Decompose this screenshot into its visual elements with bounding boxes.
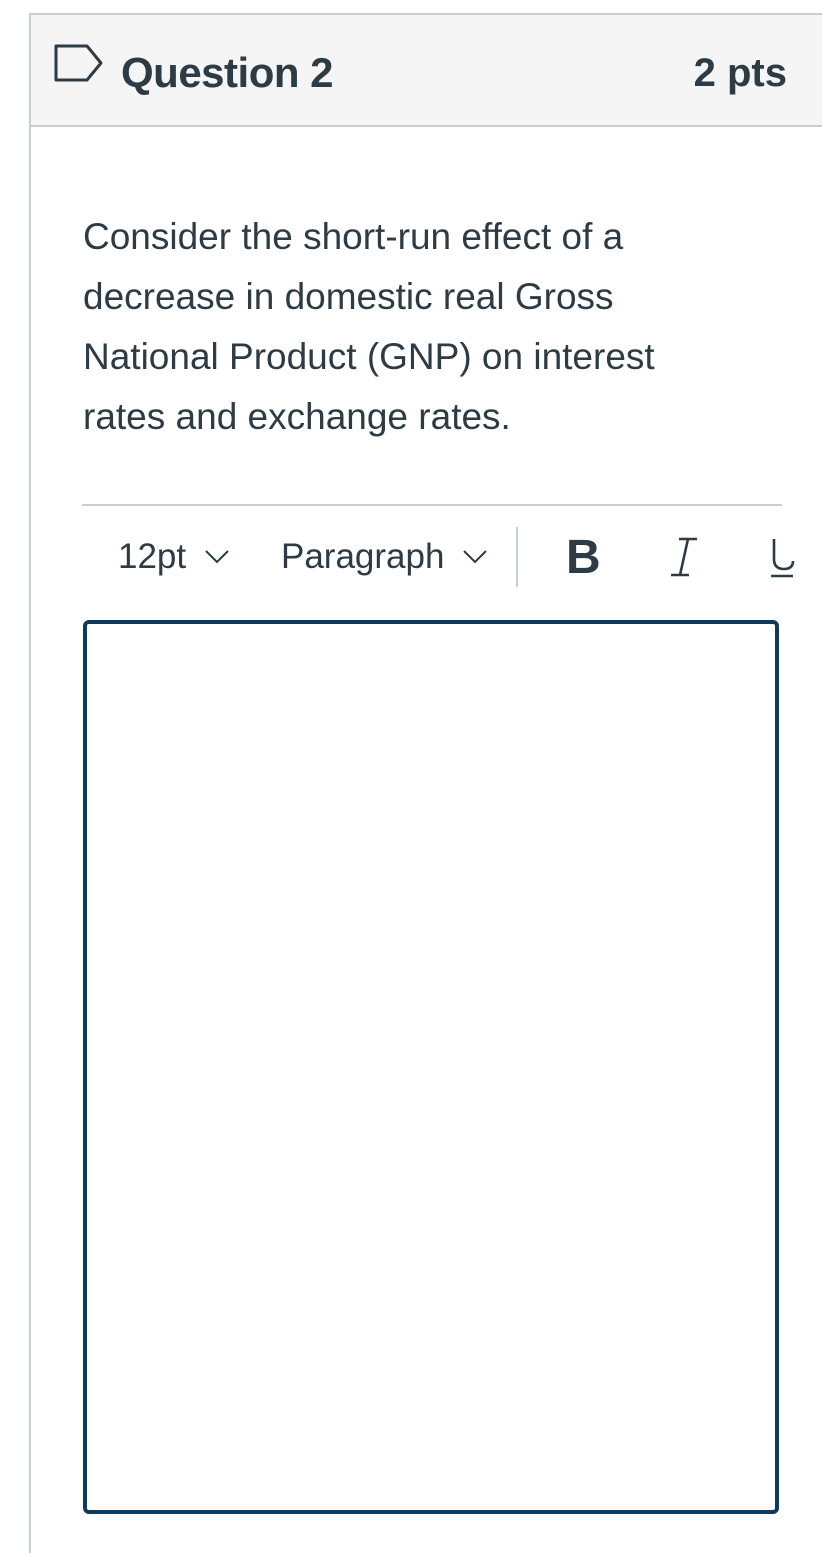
italic-icon — [671, 537, 697, 577]
chevron-down-icon — [205, 550, 229, 564]
block-format-dropdown[interactable]: Paragraph — [281, 523, 488, 591]
answer-editor[interactable] — [83, 620, 779, 1514]
italic-button[interactable] — [664, 523, 704, 591]
toolbar-divider — [82, 504, 782, 506]
question-text: Consider the short-run effect of a decre… — [83, 216, 655, 437]
underline-icon — [771, 539, 795, 578]
font-size-dropdown[interactable]: 12pt — [118, 523, 230, 591]
question-card: Question 2 2 pts Consider the short-run … — [29, 13, 822, 1553]
question-title: Question 2 — [121, 49, 334, 96]
question-points: 2 pts — [693, 51, 787, 95]
underline-button[interactable] — [762, 523, 802, 591]
toolbar-separator — [516, 527, 518, 587]
block-format-value: Paragraph — [281, 537, 445, 576]
question-header: Question 2 2 pts — [31, 15, 822, 127]
chevron-down-icon — [463, 550, 488, 564]
rich-text-toolbar: 12pt Paragraph B — [82, 523, 822, 591]
font-size-value: 12pt — [118, 537, 187, 576]
bold-button[interactable]: B — [566, 523, 601, 591]
flag-outline-icon[interactable] — [53, 43, 105, 83]
